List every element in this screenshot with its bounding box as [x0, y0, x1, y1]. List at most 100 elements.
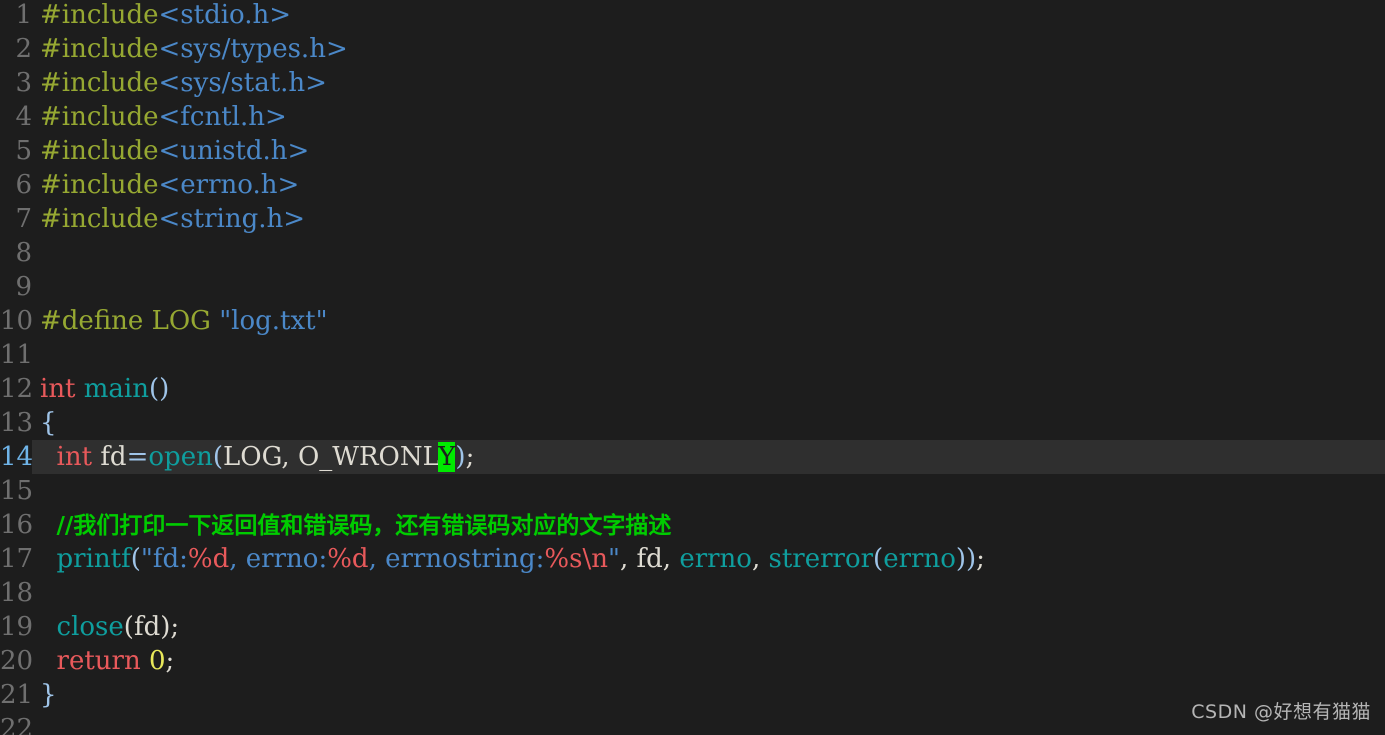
line-content[interactable]: #include<stdio.h>	[32, 0, 1385, 32]
code-line[interactable]: 19 close(fd);	[0, 610, 1385, 644]
line-number: 8	[15, 238, 32, 268]
code-editor[interactable]: 1 #include<stdio.h> 2 #include<sys/types…	[0, 0, 1385, 735]
line-content[interactable]	[32, 576, 1385, 610]
code-line[interactable]: 12 int main()	[0, 372, 1385, 406]
line-content[interactable]: return 0;	[32, 644, 1385, 678]
token-semicolon: ;	[165, 646, 175, 676]
token-arguments: (fd)	[123, 612, 171, 642]
line-content[interactable]: int main()	[32, 372, 1385, 406]
line-number: 9	[15, 272, 32, 302]
line-content[interactable]: #include<fcntl.h>	[32, 100, 1385, 134]
token-function-call: printf	[56, 544, 131, 574]
token-separator: ,	[662, 544, 680, 574]
token-format-spec: %d	[327, 544, 369, 574]
code-line[interactable]: 22	[0, 712, 1385, 735]
token-preprocessor: #include	[40, 68, 159, 98]
text-cursor[interactable]: Y	[438, 442, 456, 472]
code-line[interactable]: 3 #include<sys/stat.h>	[0, 66, 1385, 100]
token-string: , errnostring:	[368, 544, 545, 574]
token-argument: errno	[679, 544, 752, 574]
line-number: 22	[0, 714, 34, 735]
code-line[interactable]: 11	[0, 338, 1385, 372]
code-line[interactable]: 9	[0, 270, 1385, 304]
token-header: <fcntl.h>	[158, 102, 287, 132]
code-line[interactable]: 8	[0, 236, 1385, 270]
code-line[interactable]: 2 #include<sys/types.h>	[0, 32, 1385, 66]
code-line[interactable]: 20 return 0;	[0, 644, 1385, 678]
token-preprocessor: #include	[40, 170, 159, 200]
code-line[interactable]: 15	[0, 474, 1385, 508]
line-content[interactable]: printf("fd:%d, errno:%d, errnostring:%s\…	[32, 542, 1385, 576]
line-content[interactable]	[32, 712, 1385, 735]
line-number-current: 14	[0, 442, 34, 472]
token-header: <unistd.h>	[158, 136, 310, 166]
token-semicolon: ;	[465, 442, 475, 472]
line-content[interactable]: close(fd);	[32, 610, 1385, 644]
token-open-paren: (	[212, 442, 223, 472]
code-line-current[interactable]: 14 int fd=open(LOG, O_WRONLY);	[0, 440, 1385, 474]
token-semicolon: ;	[170, 612, 180, 642]
line-content[interactable]: {	[32, 406, 1385, 440]
token-close-brace: }	[40, 680, 57, 710]
token-arguments: LOG, O_WRONL	[222, 442, 439, 472]
code-line[interactable]: 10 #define LOG "log.txt"	[0, 304, 1385, 338]
code-line[interactable]: 21 }	[0, 678, 1385, 712]
code-line[interactable]: 5 #include<unistd.h>	[0, 134, 1385, 168]
code-line[interactable]: 13 {	[0, 406, 1385, 440]
line-content[interactable]	[32, 474, 1385, 508]
token-function-call: open	[148, 442, 213, 472]
token-semicolon: ;	[976, 544, 985, 574]
token-preprocessor: #include	[40, 102, 159, 132]
line-content[interactable]: int fd=open(LOG, O_WRONLY);	[32, 440, 1385, 474]
line-number: 20	[0, 646, 34, 676]
token-function-call: strerror	[768, 544, 874, 574]
token-format-spec: %s	[544, 544, 583, 574]
code-line[interactable]: 4 #include<fcntl.h>	[0, 100, 1385, 134]
token-format-spec: %d	[187, 544, 230, 574]
token-separator: ,	[751, 544, 769, 574]
token-keyword: int	[56, 442, 93, 472]
token-header: <sys/stat.h>	[158, 68, 327, 98]
code-line[interactable]: 16 //我们打印一下返回值和错误码，还有错误码对应的文字描述	[0, 508, 1385, 542]
code-line[interactable]: 18	[0, 576, 1385, 610]
token-preprocessor: #include	[40, 204, 159, 234]
line-content[interactable]: #include<string.h>	[32, 202, 1385, 236]
token-string: "log.txt"	[219, 306, 328, 336]
line-content[interactable]: #define LOG "log.txt"	[32, 304, 1385, 338]
line-number: 13	[0, 408, 34, 438]
token-variable: fd	[100, 442, 127, 472]
token-keyword: return	[56, 646, 141, 676]
code-line[interactable]: 6 #include<errno.h>	[0, 168, 1385, 202]
token-preprocessor: #include	[40, 0, 159, 30]
line-content[interactable]: #include<errno.h>	[32, 168, 1385, 202]
code-line[interactable]: 1 #include<stdio.h>	[0, 0, 1385, 32]
line-content[interactable]: //我们打印一下返回值和错误码，还有错误码对应的文字描述	[32, 508, 1385, 542]
token-open-brace: {	[40, 408, 57, 438]
line-content[interactable]: #include<unistd.h>	[32, 134, 1385, 168]
line-content[interactable]	[32, 338, 1385, 372]
line-number: 10	[0, 306, 34, 336]
token-parens: ()	[149, 374, 170, 404]
line-number: 1	[15, 0, 32, 30]
line-content[interactable]: #include<sys/stat.h>	[32, 66, 1385, 100]
token-function-name: main	[83, 374, 149, 404]
token-string: fd:	[152, 544, 188, 574]
code-line[interactable]: 7 #include<string.h>	[0, 202, 1385, 236]
code-line[interactable]: 17 printf("fd:%d, errno:%d, errnostring:…	[0, 542, 1385, 576]
token-header: <errno.h>	[158, 170, 300, 200]
token-number: 0	[148, 646, 166, 676]
token-open-paren: (	[130, 544, 141, 574]
line-content[interactable]	[32, 270, 1385, 304]
line-content[interactable]: #include<sys/types.h>	[32, 32, 1385, 66]
code-area[interactable]: 1 #include<stdio.h> 2 #include<sys/types…	[0, 0, 1385, 735]
token-function-call: close	[56, 612, 124, 642]
line-content[interactable]	[32, 236, 1385, 270]
line-content[interactable]: }	[32, 678, 1385, 712]
